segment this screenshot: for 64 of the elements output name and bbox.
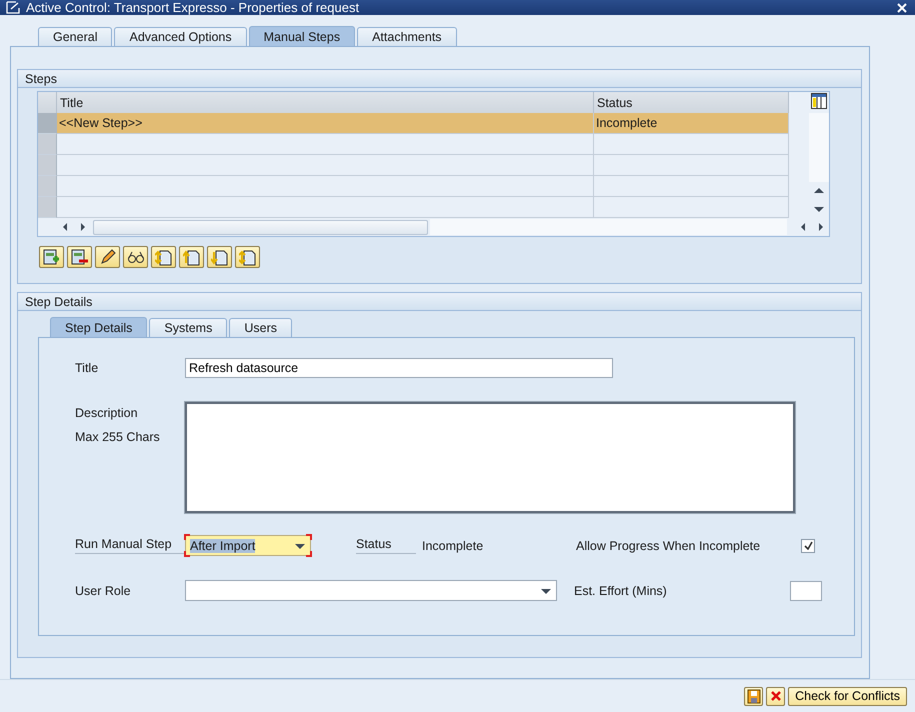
pencil-icon: [99, 248, 116, 266]
cancel-button[interactable]: [766, 686, 786, 706]
field-label: Run Manual Step: [75, 537, 185, 554]
tab[interactable]: Attachments: [357, 27, 457, 46]
vertical-scrollbar[interactable]: [809, 113, 829, 218]
status-value: Incomplete: [422, 538, 484, 552]
columns-icon: [811, 93, 827, 109]
toolbar-button[interactable]: [235, 246, 260, 268]
group-title: Step Details: [18, 293, 861, 311]
move-up-icon: [183, 248, 200, 266]
field-label: User Role: [75, 584, 132, 598]
reorder-icon: [155, 248, 172, 266]
row-selector-header: [38, 92, 57, 113]
add-row-icon: [43, 248, 60, 266]
move-down-icon: [211, 248, 228, 266]
tab[interactable]: Step Details: [50, 317, 148, 337]
field-hint: Max 255 Chars: [75, 430, 161, 444]
tab[interactable]: General: [38, 27, 112, 46]
toolbar-button[interactable]: [207, 246, 232, 268]
delete-row-icon: [71, 248, 88, 266]
column-header: Status: [594, 92, 789, 113]
column-layout-button[interactable]: [809, 92, 829, 110]
field-label: Description: [75, 406, 139, 420]
column-header: Title: [57, 92, 594, 113]
description-field[interactable]: [185, 402, 795, 513]
window-title: Active Control: Transport Expresso - Properties of request: [26, 0, 360, 15]
horizontal-scrollbar[interactable]: [93, 220, 428, 234]
toolbar-button[interactable]: [39, 246, 64, 268]
tab[interactable]: Manual Steps: [248, 26, 356, 46]
field-label: Title: [75, 361, 100, 375]
run-step-dropdown[interactable]: After Import: [185, 535, 311, 556]
table-cell: <<New Step>>: [57, 113, 594, 134]
save-icon: [746, 688, 761, 704]
right-arrow-icon: [817, 221, 825, 233]
field-label: Est. Effort (Mins): [574, 584, 668, 598]
checkbox[interactable]: [801, 538, 815, 552]
left-arrow-icon: [799, 221, 807, 233]
tab[interactable]: Systems: [149, 318, 228, 337]
title-field[interactable]: Refresh datasource: [185, 358, 613, 378]
table-cell: Incomplete: [594, 113, 789, 134]
reorder-icon: [239, 248, 256, 266]
group-title: Steps: [18, 70, 861, 88]
close-icon: [770, 690, 782, 702]
down-arrow-icon: [813, 204, 825, 214]
field-label: Allow Progress When Incomplete: [576, 538, 762, 552]
effort-field[interactable]: [790, 580, 822, 600]
tab[interactable]: Users: [229, 318, 292, 337]
toolbar-button[interactable]: [179, 246, 204, 268]
glasses-icon: [126, 250, 144, 264]
close-icon: [897, 2, 907, 12]
tab[interactable]: Advanced Options: [114, 27, 247, 46]
up-arrow-icon: [813, 186, 825, 196]
field-label: Status: [356, 537, 416, 554]
toolbar-button[interactable]: [151, 246, 176, 268]
toolbar-button[interactable]: [95, 246, 120, 268]
toolbar-button[interactable]: [123, 246, 148, 268]
left-arrow-icon: [61, 221, 69, 233]
check-conflicts-button[interactable]: Check for Conflicts: [788, 686, 907, 706]
right-arrow-icon: [79, 221, 87, 233]
close-button[interactable]: [895, 0, 909, 14]
check-icon: [804, 541, 812, 550]
save-button[interactable]: [744, 686, 764, 706]
toolbar-button[interactable]: [67, 246, 92, 268]
edit-window-icon: [6, 1, 20, 14]
